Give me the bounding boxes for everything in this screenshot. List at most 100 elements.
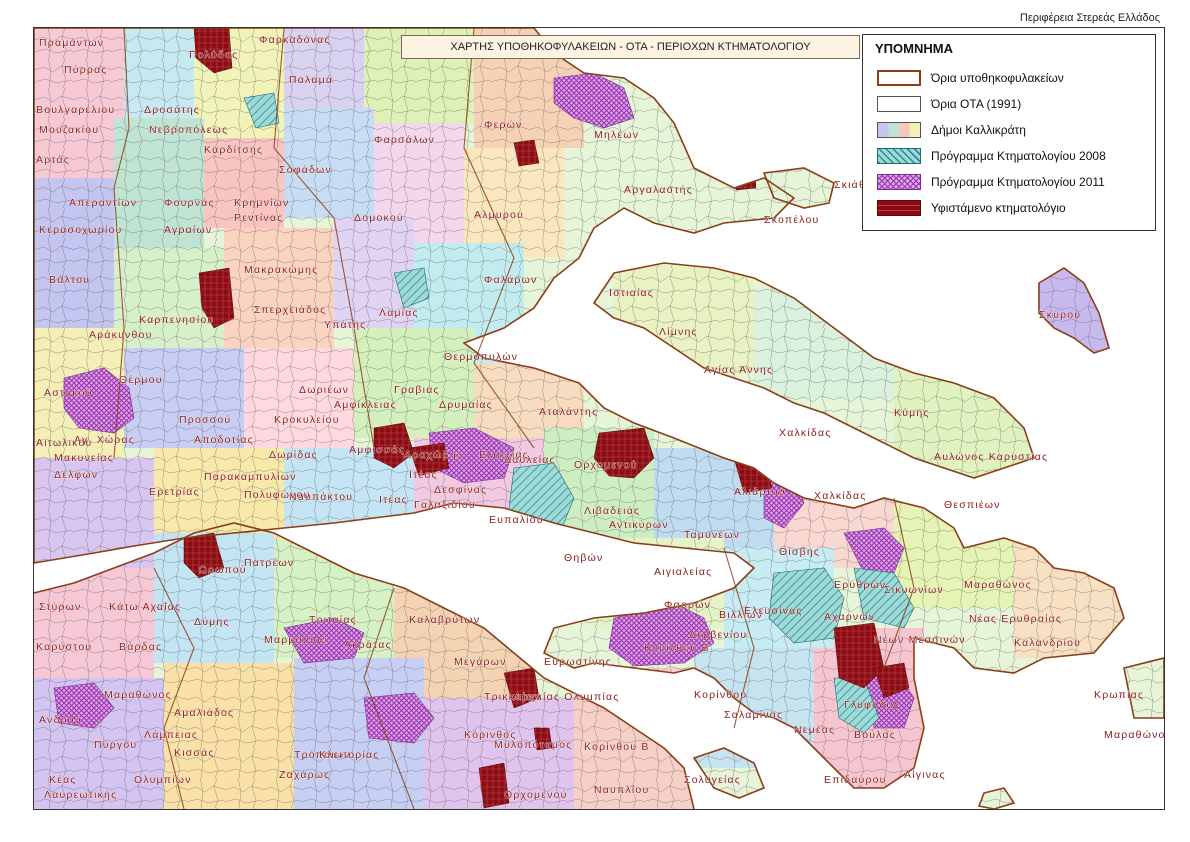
place-label: Λαυρεωτικής: [44, 789, 117, 801]
place-label: Σαλαμίνας: [724, 709, 783, 721]
place-label: Πολύδας: [189, 49, 238, 61]
place-label: Επιδαύρου: [824, 774, 887, 786]
place-label: Θεσπιέων: [944, 499, 1001, 511]
place-label: Αιτωλικού: [36, 437, 92, 449]
place-label: Μακρακώμης: [244, 264, 318, 276]
place-label: Σοφάδων: [279, 164, 332, 176]
place-label: Ιστιαίας: [609, 287, 654, 299]
place-label: Ωρωπού: [199, 564, 247, 576]
place-label: Κισσάς: [174, 747, 215, 759]
legend-label: Πρόγραμμα Κτηματολογίου 2011: [931, 175, 1105, 189]
place-label: Βούλας: [854, 729, 896, 741]
place-label: Πραμάντων: [39, 37, 104, 49]
place-label: Λιβαδειάς: [584, 505, 640, 517]
place-label: Θερμοπυλών: [444, 351, 518, 363]
place-label: Βάρδας: [119, 641, 162, 653]
place-label: Ευπαλίου: [489, 514, 544, 526]
place-label: Καλαβρύτων: [409, 614, 480, 626]
outline-brown-swatch: [877, 70, 921, 86]
legend-item-kallikratis: Δήμοι Καλλικράτη: [877, 121, 1026, 139]
place-label: Θέρμου: [119, 374, 163, 386]
place-label: Αραχώβης: [404, 449, 463, 461]
place-label: Φαρσάλων: [374, 134, 435, 146]
place-label: Κρωπίας: [1094, 689, 1144, 701]
place-label: Παλαμά: [289, 74, 333, 86]
crosshatch-purple-swatch: [877, 174, 921, 190]
place-label: Μουζακίου: [39, 124, 99, 136]
place-label: Τρικκαίων: [484, 691, 542, 703]
place-label: Δρυμαίας: [439, 399, 493, 411]
place-label: Χαλκίδας: [814, 490, 866, 502]
place-label: Πύρρας: [64, 64, 108, 76]
place-label: Στύρων: [39, 601, 82, 613]
place-label: Γραβιάς: [394, 384, 440, 396]
legend-label: Δήμοι Καλλικράτη: [931, 123, 1026, 137]
place-label: Μυλοπόταμος: [494, 739, 572, 751]
place-label: Κάτω Αχαΐας: [109, 601, 181, 613]
place-label: Γαλαξιδίου: [414, 499, 476, 511]
place-label: Αλιάρτου: [734, 486, 786, 498]
place-label: Νεμέας: [794, 724, 835, 736]
place-label: Ταμυνέων: [684, 529, 740, 541]
place-label: Νεβροπόλεως: [149, 124, 228, 136]
map-frame[interactable]: Πραμάντων Πύρρας Πολύδας Φαρκαδόνας Παλαμά Αλ…: [33, 27, 1165, 810]
place-label: Αιγιαλείας: [654, 566, 712, 578]
place-label: Αταλάντης: [539, 406, 598, 418]
place-label: Ορχομενού: [504, 789, 568, 801]
legend-item-program-2008: Πρόγραμμα Κτηματολογίου 2008: [877, 147, 1106, 165]
legend-label: Υφιστάμενο κτηματολόγιο: [931, 201, 1066, 215]
place-label: Φαρκαδόνας: [259, 34, 331, 46]
place-label: Αργαλαστής: [624, 184, 693, 196]
place-label: Κλειτορίας: [319, 749, 380, 761]
place-label: Δεσφίνας: [434, 484, 487, 496]
legend: ΥΠΟΜΝΗΜΑ Όρια υποθηκοφυλακείων Όρια ΟΤΑ …: [862, 34, 1156, 231]
legend-title: ΥΠΟΜΝΗΜΑ: [875, 41, 953, 56]
place-label: Δροσάτης: [144, 104, 200, 116]
place-label: Δωρίδας: [269, 449, 318, 461]
hatch-teal-swatch: [877, 148, 921, 164]
place-label: Αμφισσάς: [349, 444, 405, 456]
legend-label: Όρια υποθηκοφυλακείων: [931, 71, 1064, 85]
place-label: Σκύρου: [1039, 309, 1081, 321]
place-label: Αχαρνών: [824, 611, 875, 623]
place-label: Μαρμαρίου: [264, 634, 328, 646]
place-label: Αράκυνθου: [89, 329, 153, 341]
place-label: Μηλέων: [594, 129, 639, 141]
legend-item-existing-cadastre: Υφιστάμενο κτηματολόγιο: [877, 199, 1066, 217]
multicolor-swatch: [877, 122, 921, 138]
place-label: Καρπενησίου: [139, 314, 214, 326]
place-label: Σπερχειάδος: [254, 304, 326, 316]
place-label: Σικυωνίων: [884, 584, 944, 596]
place-label: Σκοπέλου: [764, 214, 820, 226]
place-label: Βουλγαρέλιου: [36, 104, 115, 116]
place-label: Σολυγείας: [684, 774, 741, 786]
place-label: Δύμης: [194, 616, 230, 628]
place-label: Σκ: [834, 179, 848, 191]
place-label: Λαμίας: [379, 307, 419, 319]
place-label: Αγραίων: [164, 224, 212, 236]
place-label: Θίσβης: [779, 546, 820, 558]
place-label: Μακυνείας: [54, 452, 114, 464]
place-label: Κορίνθου Β: [584, 741, 650, 753]
place-label: Ερυθρών: [834, 579, 886, 591]
place-label: Παρακαμπυλίων: [204, 471, 297, 483]
place-label: Πατρέων: [244, 557, 294, 569]
place-label: Κορίνθου: [694, 689, 747, 701]
place-label: Ελευσίνας: [744, 605, 803, 617]
place-label: Αντικύρων: [609, 519, 669, 531]
place-label: Γλυφάδας: [844, 699, 900, 711]
place-label: Αποδοτίας: [194, 434, 254, 446]
place-label: Θηβών: [564, 552, 604, 564]
legend-label: Όρια ΟΤΑ (1991): [931, 97, 1022, 111]
place-label: Αίγινας: [904, 769, 946, 781]
place-label: Κορίνθου Β: [644, 642, 710, 654]
place-label: Κύμης: [894, 407, 930, 419]
place-label: Αλμυρού: [474, 209, 524, 221]
place-label: Απεραντίων: [69, 197, 137, 209]
place-label: Πολυφώνου: [244, 489, 311, 501]
place-label: Ακράτας: [344, 639, 392, 651]
place-label: Ευρωστίνης: [544, 656, 612, 668]
place-label: Αμαλιάδος: [174, 707, 234, 719]
place-label: Χαλκίδας: [779, 427, 831, 439]
place-label: Λίμνης: [659, 326, 698, 338]
